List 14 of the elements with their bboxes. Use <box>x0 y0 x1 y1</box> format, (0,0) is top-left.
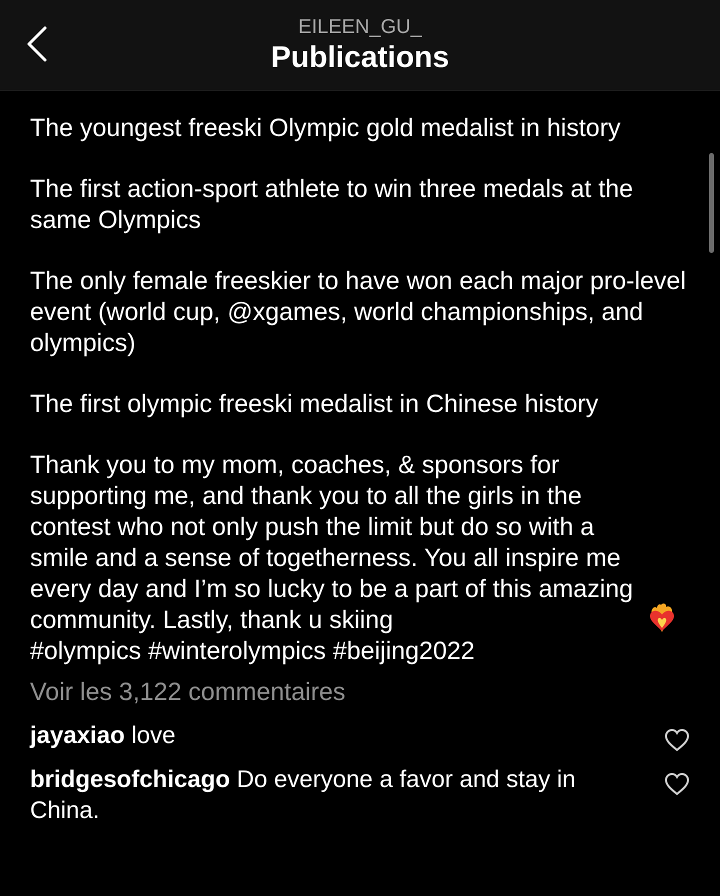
caption-text: The only female freeskier to have won each major pro-level event (world cup, @xgames, world championships, and olympics) <box>30 266 686 359</box>
caption-text: The first action-sport athlete to win three medals at the same Olympics <box>30 174 634 236</box>
view-comments-link[interactable]: Voir les 3,122 commentaires <box>30 677 690 708</box>
hashtags[interactable]: #olympics #winterolympics #beijing2022 <box>30 636 686 667</box>
caption-text: The youngest freeski Olympic gold medalist in history <box>30 113 622 144</box>
like-heart-icon[interactable] <box>664 772 690 796</box>
caption-text: The first olympic freeski medalist in Chinese history <box>30 389 600 420</box>
back-icon[interactable] <box>26 26 48 62</box>
caption-text: Thank you to my mom, coaches, & sponsors for supporting me, and thank you to all the girls in the contest who not only push the limit but do so with a smile and a sense of togetherness. You all inspire me every day and I’m so lucky to be a part of this amazing community. Lastly, thank u skiing <box>30 450 634 636</box>
account-name: EILEEN_GU_ <box>298 15 422 40</box>
page-title: Publications <box>270 40 450 76</box>
comment-text: bridgesofchicago Do everyone a favor and stay in China. <box>30 765 577 826</box>
like-heart-icon[interactable] <box>664 728 690 752</box>
comment-text: jayaxiao love <box>30 721 176 751</box>
